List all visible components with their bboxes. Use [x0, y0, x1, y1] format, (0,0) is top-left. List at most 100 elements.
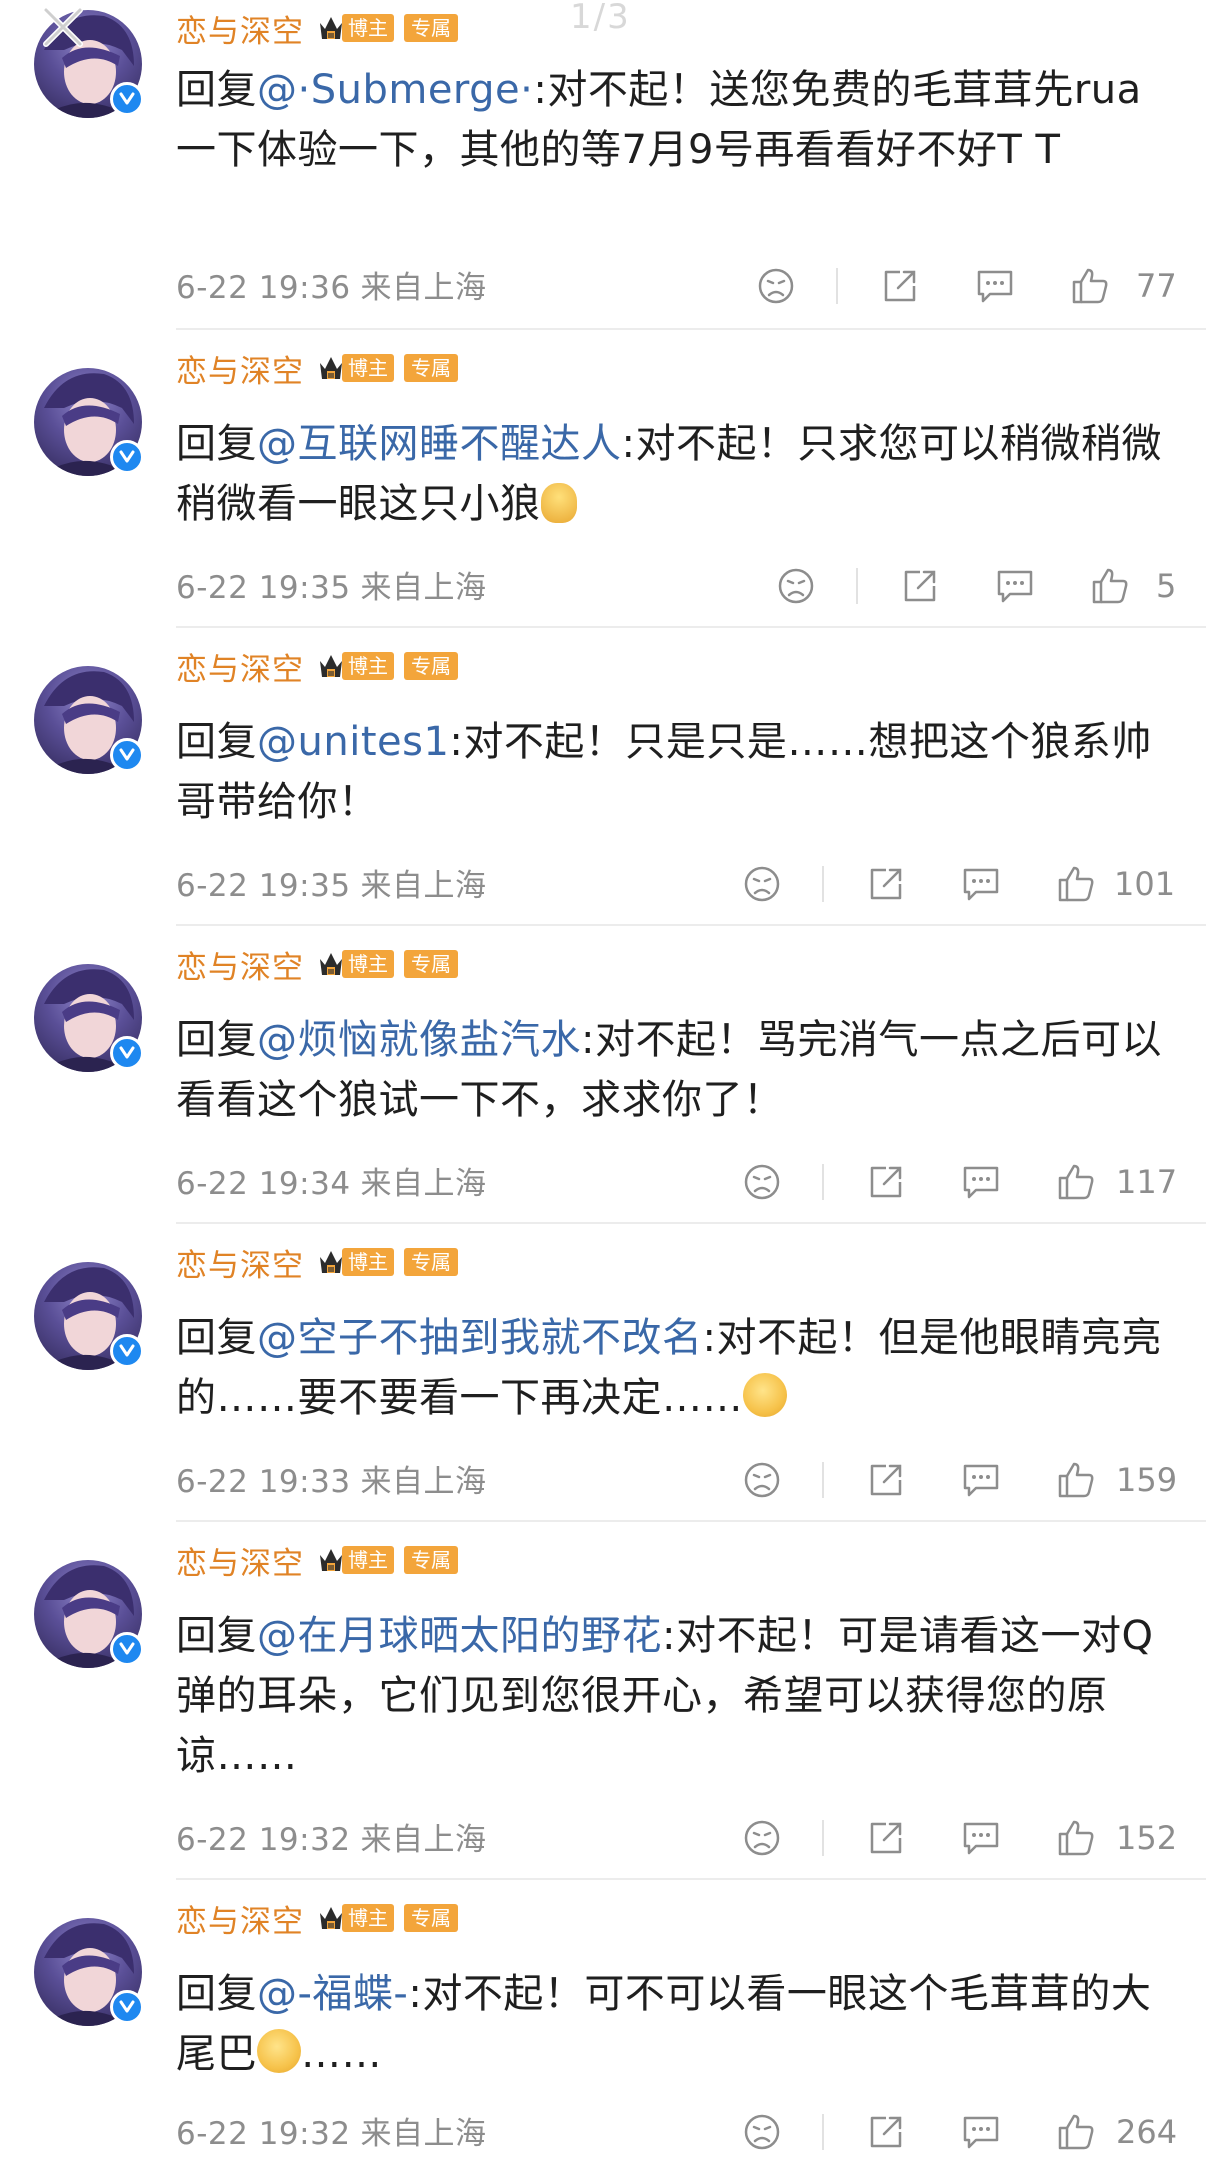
mention-link[interactable]: @·Submerge·	[257, 67, 533, 113]
author-name[interactable]: 恋与深空	[176, 346, 304, 391]
location: 来自上海	[360, 1822, 487, 1858]
comment-button[interactable]	[960, 1162, 1002, 1202]
mention-link[interactable]: @在月球晒太阳的野花	[257, 1613, 662, 1659]
dislike-button[interactable]	[756, 266, 796, 306]
comment-meta: 6-22 19:32 来自上海	[176, 2108, 487, 2153]
comment-button[interactable]	[994, 566, 1036, 606]
author-name[interactable]: 恋与深空	[176, 6, 304, 51]
timestamp: 6-22 19:33	[176, 1464, 351, 1500]
verified-icon	[110, 1036, 144, 1070]
comment-button[interactable]	[960, 2112, 1002, 2152]
comment-meta: 6-22 19:35 来自上海	[176, 562, 487, 607]
action-bar: 117	[742, 1162, 1182, 1202]
comment-button[interactable]	[974, 266, 1016, 306]
author-name[interactable]: 恋与深空	[176, 644, 304, 689]
share-icon	[870, 2116, 902, 2148]
exclusive-tag: 专属	[404, 1904, 458, 1932]
like-icon	[1058, 1164, 1094, 1200]
comment-button[interactable]	[960, 1460, 1002, 1500]
verified-icon	[110, 1334, 144, 1368]
dislike-button[interactable]	[742, 2112, 782, 2152]
mention-link[interactable]: @烦恼就像盐汽水	[257, 1017, 581, 1063]
dislike-button[interactable]	[776, 566, 816, 606]
comment-icon	[997, 570, 1033, 603]
close-button[interactable]	[40, 6, 92, 50]
like-button[interactable]	[1056, 1460, 1096, 1500]
comment-item: 恋与深空 博主 专属 回复@空子不抽到我就不改名:对不起！但是他眼睛亮亮的……要…	[0, 1224, 1206, 1522]
like-button[interactable]	[1056, 1818, 1096, 1858]
dislike-icon	[778, 568, 814, 604]
share-button[interactable]	[900, 566, 940, 606]
comment-button[interactable]	[960, 864, 1002, 904]
action-bar: 77	[756, 266, 1177, 306]
comment-icon	[977, 270, 1013, 303]
share-button[interactable]	[866, 864, 906, 904]
comment-item: 恋与深空 博主 专属 回复@互联网睡不醒达人:对不起！只求您可以稍微稍微稍微看一…	[0, 330, 1206, 628]
blogger-badge: 博主	[318, 1903, 394, 1933]
author-name[interactable]: 恋与深空	[176, 1538, 304, 1583]
mention-link[interactable]: @-福蝶-	[257, 1971, 408, 2017]
share-button[interactable]	[866, 2112, 906, 2152]
dislike-button[interactable]	[742, 1818, 782, 1858]
like-button[interactable]	[1056, 864, 1096, 904]
like-button[interactable]	[1056, 1162, 1096, 1202]
share-button[interactable]	[866, 1162, 906, 1202]
like-button[interactable]	[1056, 2112, 1096, 2152]
like-button[interactable]	[1070, 266, 1110, 306]
avatar[interactable]	[34, 666, 144, 774]
mention-link[interactable]: @unites1	[257, 719, 449, 765]
comment-icon	[963, 1166, 999, 1199]
exclusive-tag: 专属	[404, 1546, 458, 1574]
verified-icon	[110, 1632, 144, 1666]
timestamp: 6-22 19:35	[176, 868, 351, 904]
divider	[822, 2114, 824, 2150]
author-name[interactable]: 恋与深空	[176, 1240, 304, 1285]
comment-icon	[963, 2116, 999, 2149]
exclusive-tag: 专属	[404, 354, 458, 382]
avatar[interactable]	[34, 368, 144, 476]
dislike-icon	[744, 1164, 780, 1200]
praying-emoji-icon	[540, 483, 577, 523]
dislike-button[interactable]	[742, 1460, 782, 1500]
like-count: 101	[1114, 865, 1176, 903]
timestamp: 6-22 19:32	[176, 2116, 351, 2152]
crown-icon	[320, 357, 342, 379]
like-count: 117	[1116, 1163, 1178, 1201]
dislike-icon	[744, 1462, 780, 1498]
comment-icon	[963, 1822, 999, 1855]
author-name[interactable]: 恋与深空	[176, 942, 304, 987]
share-icon	[870, 1166, 902, 1198]
avatar[interactable]	[34, 1918, 144, 2026]
location: 来自上海	[360, 2116, 487, 2152]
like-count: 152	[1116, 1819, 1178, 1857]
action-bar: 101	[742, 864, 1182, 904]
author-name[interactable]: 恋与深空	[176, 1896, 304, 1941]
like-icon	[1072, 268, 1108, 304]
location: 来自上海	[360, 868, 487, 904]
mention-link[interactable]: @互联网睡不醒达人	[257, 421, 622, 467]
avatar[interactable]	[34, 964, 144, 1072]
close-icon	[43, 7, 83, 47]
avatar[interactable]	[34, 1262, 144, 1370]
dislike-button[interactable]	[742, 864, 782, 904]
like-button[interactable]	[1090, 566, 1130, 606]
mention-link[interactable]: @空子不抽到我就不改名	[257, 1315, 703, 1361]
comment-icon	[963, 1464, 999, 1497]
comment-text: 回复@unites1:对不起！只是只是……想把这个狼系帅哥带给你！	[176, 719, 1152, 825]
like-icon	[1058, 1820, 1094, 1856]
timestamp: 6-22 19:32	[176, 1822, 351, 1858]
dislike-button[interactable]	[742, 1162, 782, 1202]
crown-icon	[320, 1251, 342, 1273]
crown-icon	[320, 17, 342, 39]
avatar[interactable]	[34, 1560, 144, 1668]
share-button[interactable]	[866, 1818, 906, 1858]
exclusive-tag: 专属	[404, 1248, 458, 1276]
comment-button[interactable]	[960, 1818, 1002, 1858]
crown-icon	[320, 953, 342, 975]
exclusive-tag: 专属	[404, 950, 458, 978]
location: 来自上海	[360, 270, 487, 306]
comment-item: 恋与深空 博主 专属 回复@unites1:对不起！只是只是……想把这个狼系帅哥…	[0, 628, 1206, 926]
share-button[interactable]	[866, 1460, 906, 1500]
share-button[interactable]	[880, 266, 920, 306]
blogger-badge: 博主	[318, 949, 394, 979]
